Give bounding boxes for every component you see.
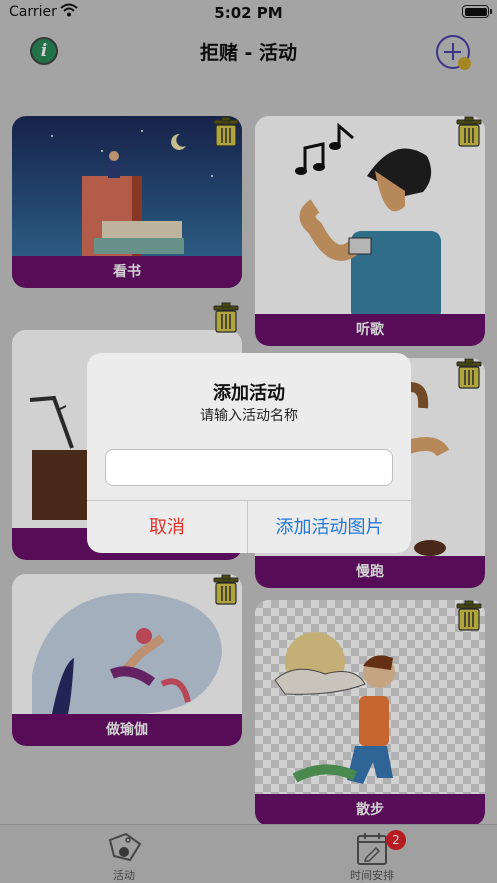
activity-name-input[interactable] (105, 449, 393, 486)
dialog-buttons: 取消 添加活动图片 (87, 500, 411, 553)
add-activity-image-button[interactable]: 添加活动图片 (248, 501, 411, 553)
cancel-button[interactable]: 取消 (87, 501, 248, 553)
dialog-message: 请输入活动名称 (200, 408, 298, 424)
dialog-title: 添加活动 (213, 383, 285, 404)
add-activity-dialog: 添加活动 请输入活动名称 取消 添加活动图片 (87, 353, 411, 553)
